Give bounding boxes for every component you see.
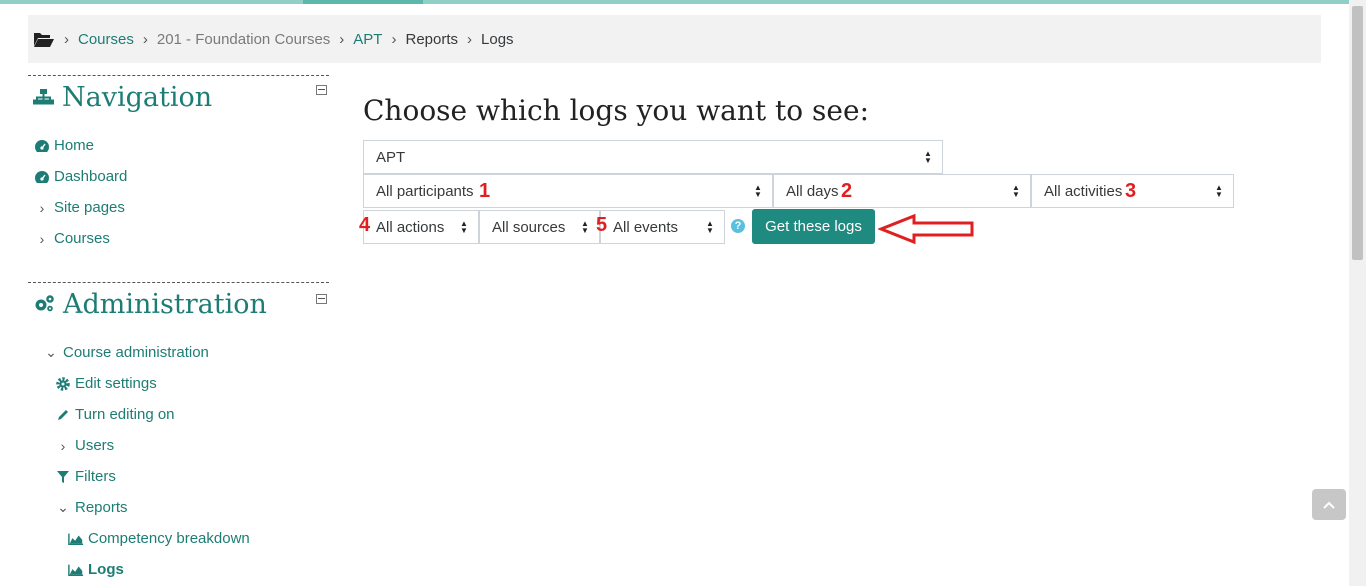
- chevron-right-icon: ›: [39, 230, 45, 247]
- administration-title: Administration: [33, 289, 267, 320]
- competency-breakdown-label: Competency breakdown: [88, 530, 250, 547]
- filters-label: Filters: [75, 468, 116, 485]
- select-arrows-icon: ▲ ▼: [1215, 183, 1223, 199]
- nav-item-site-pages[interactable]: › Site pages: [34, 199, 125, 216]
- chevron-right-icon: ›: [60, 437, 66, 454]
- days-select-value: All days: [786, 182, 839, 200]
- activities-select-value: All activities: [1044, 182, 1123, 200]
- actions-select[interactable]: All actions ▲ ▼: [363, 210, 479, 244]
- select-arrows-icon: ▲ ▼: [581, 219, 589, 235]
- participants-select-value: All participants: [376, 182, 474, 200]
- users-label: Users: [75, 437, 115, 454]
- participants-select[interactable]: All participants ▲ ▼: [363, 174, 773, 208]
- nav-item-dashboard[interactable]: Dashboard: [34, 168, 127, 185]
- breadcrumb-separator: ›: [391, 30, 397, 48]
- annotation-number-4: 4: [359, 214, 371, 236]
- admin-course-administration[interactable]: ⌄ Course administration: [43, 344, 209, 361]
- nav-dashboard-label: Dashboard: [54, 168, 128, 185]
- reports-label: Reports: [75, 499, 128, 516]
- chevron-right-icon: ›: [39, 199, 45, 216]
- breadcrumb-separator: ›: [64, 30, 69, 48]
- annotation-number-3: 3: [1125, 180, 1137, 202]
- annotation-arrow-icon: [876, 213, 978, 250]
- admin-item-reports[interactable]: ⌄ Reports: [55, 499, 128, 516]
- nav-site-pages-label: Site pages: [54, 199, 125, 216]
- area-chart-icon: [68, 563, 84, 577]
- select-arrows-icon: ▲ ▼: [460, 219, 468, 235]
- back-to-top-button[interactable]: [1312, 489, 1346, 520]
- navigation-title-text: Navigation: [62, 82, 213, 113]
- administration-collapse-button[interactable]: [316, 294, 327, 304]
- sitemap-icon: [33, 82, 54, 113]
- admin-item-filters[interactable]: Filters: [55, 468, 116, 485]
- sources-select-value: All sources: [492, 218, 566, 236]
- annotation-number-5: 5: [596, 214, 608, 236]
- nav-item-courses[interactable]: › Courses: [34, 230, 110, 247]
- admin-item-competency-breakdown[interactable]: Competency breakdown: [68, 530, 250, 547]
- events-select[interactable]: All events ▲ ▼: [600, 210, 725, 244]
- nav-item-home[interactable]: Home: [34, 137, 94, 154]
- gear-icon: [55, 376, 71, 391]
- breadcrumb-separator: ›: [467, 30, 473, 48]
- breadcrumb-reports: Reports: [405, 30, 459, 48]
- select-arrows-icon: ▲ ▼: [1012, 183, 1020, 199]
- admin-item-users[interactable]: › Users: [55, 437, 115, 454]
- nav-home-label: Home: [54, 137, 95, 154]
- events-select-value: All events: [613, 218, 679, 236]
- help-icon[interactable]: ?: [731, 219, 745, 233]
- course-select-value: APT: [376, 148, 406, 166]
- sources-select[interactable]: All sources ▲ ▼: [479, 210, 600, 244]
- dashboard-icon: [34, 139, 50, 153]
- top-accent-line: [0, 0, 1349, 4]
- breadcrumb-separator: ›: [142, 30, 148, 48]
- navigation-title: Navigation: [33, 82, 212, 113]
- actions-select-value: All actions: [376, 218, 445, 236]
- breadcrumb-course[interactable]: APT: [353, 31, 382, 48]
- top-accent-tab: [303, 0, 423, 4]
- breadcrumb: › Courses › 201 - Foundation Courses › A…: [28, 15, 1321, 63]
- admin-item-turn-editing-on[interactable]: Turn editing on: [55, 406, 175, 423]
- area-chart-icon: [68, 532, 84, 546]
- chevron-down-icon: ⌄: [45, 344, 57, 360]
- course-select[interactable]: APT ▲ ▼: [363, 140, 943, 174]
- turn-editing-on-label: Turn editing on: [75, 406, 175, 423]
- breadcrumb-category: 201 - Foundation Courses: [156, 30, 331, 48]
- select-arrows-icon: ▲ ▼: [924, 149, 932, 165]
- breadcrumb-logs: Logs: [481, 30, 514, 48]
- chevron-up-icon: [1323, 501, 1335, 509]
- dashboard-icon: [34, 170, 50, 184]
- course-administration-label: Course administration: [63, 344, 209, 361]
- annotation-number-2: 2: [841, 180, 853, 202]
- chevron-down-icon: ⌄: [57, 499, 69, 515]
- select-arrows-icon: ▲ ▼: [706, 219, 714, 235]
- administration-title-text: Administration: [63, 289, 267, 320]
- admin-item-logs[interactable]: Logs: [68, 561, 124, 578]
- annotation-number-1: 1: [479, 180, 491, 202]
- page-title: Choose which logs you want to see:: [363, 94, 869, 127]
- pencil-icon: [55, 408, 71, 422]
- logs-label: Logs: [88, 561, 124, 578]
- folder-open-icon: [33, 30, 55, 48]
- cogs-icon: [33, 289, 55, 320]
- get-these-logs-button[interactable]: Get these logs: [752, 209, 875, 244]
- navigation-collapse-button[interactable]: [316, 85, 327, 95]
- days-select[interactable]: All days ▲ ▼: [773, 174, 1031, 208]
- edit-settings-label: Edit settings: [75, 375, 157, 392]
- breadcrumb-separator: ›: [339, 30, 345, 48]
- scrollbar-thumb[interactable]: [1352, 6, 1363, 260]
- nav-courses-label: Courses: [54, 230, 110, 247]
- admin-item-edit-settings[interactable]: Edit settings: [55, 375, 157, 392]
- select-arrows-icon: ▲ ▼: [754, 183, 762, 199]
- page-scrollbar[interactable]: [1349, 0, 1366, 586]
- breadcrumb-courses[interactable]: Courses: [78, 31, 134, 48]
- filter-icon: [55, 470, 71, 484]
